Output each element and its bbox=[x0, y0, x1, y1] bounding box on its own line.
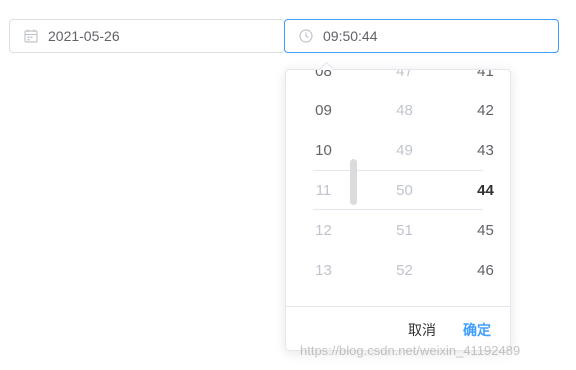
minute-option[interactable]: 49 bbox=[367, 135, 442, 167]
second-option[interactable]: 41 bbox=[448, 70, 510, 88]
date-input-value: 2021-05-26 bbox=[48, 28, 120, 44]
hour-option[interactable]: 08 bbox=[286, 70, 361, 88]
minute-option[interactable]: 47 bbox=[367, 70, 442, 88]
scrollbar-thumb[interactable] bbox=[350, 159, 357, 205]
time-input[interactable]: 09:50:44 bbox=[284, 19, 559, 53]
hour-option[interactable]: 09 bbox=[286, 95, 361, 127]
minute-option[interactable]: 50 bbox=[367, 175, 442, 207]
clock-icon bbox=[299, 29, 313, 43]
time-picker-panel: 08 09 10 11 12 13 47 48 49 50 51 52 41 4… bbox=[285, 61, 511, 351]
second-option-selected[interactable]: 44 bbox=[448, 175, 510, 207]
time-spinner: 08 09 10 11 12 13 47 48 49 50 51 52 41 4… bbox=[286, 70, 510, 306]
second-option[interactable]: 42 bbox=[448, 95, 510, 127]
calendar-icon bbox=[24, 29, 38, 43]
minutes-column[interactable]: 47 48 49 50 51 52 bbox=[367, 70, 442, 306]
second-option[interactable]: 43 bbox=[448, 135, 510, 167]
second-option[interactable]: 46 bbox=[448, 255, 510, 287]
time-input-value: 09:50:44 bbox=[323, 28, 378, 44]
date-input[interactable]: 2021-05-26 bbox=[9, 19, 285, 53]
confirm-button[interactable]: 确定 bbox=[463, 320, 491, 340]
minute-option[interactable]: 51 bbox=[367, 215, 442, 247]
second-option[interactable]: 45 bbox=[448, 215, 510, 247]
minute-option[interactable]: 48 bbox=[367, 95, 442, 127]
hour-option[interactable]: 13 bbox=[286, 255, 361, 287]
cancel-button[interactable]: 取消 bbox=[408, 320, 436, 340]
hour-option[interactable]: 12 bbox=[286, 215, 361, 247]
minute-option[interactable]: 52 bbox=[367, 255, 442, 287]
watermark: https://blog.csdn.net/weixin_41192489 bbox=[300, 343, 521, 358]
seconds-column[interactable]: 41 42 43 44 45 46 bbox=[448, 70, 510, 306]
